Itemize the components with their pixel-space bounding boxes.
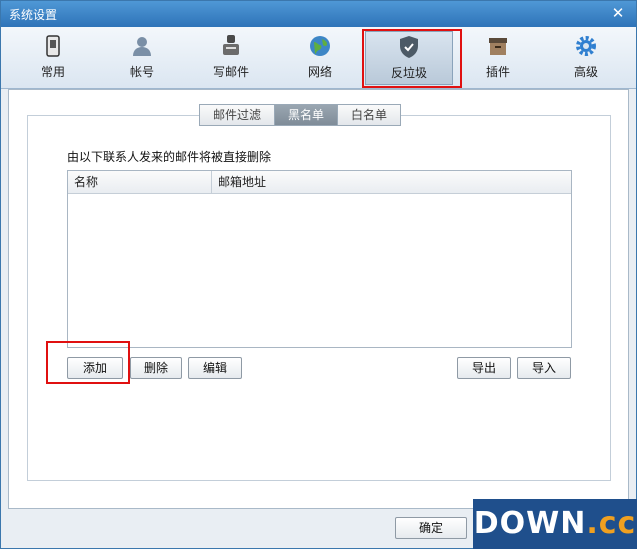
close-icon[interactable]: ✕ xyxy=(610,5,626,21)
toolbar-item-network[interactable]: 网络 xyxy=(276,31,364,85)
window-title: 系统设置 xyxy=(9,8,58,22)
watermark-main: DOWN xyxy=(473,506,587,541)
writer-icon xyxy=(223,35,239,55)
title-bar[interactable]: 系统设置 ✕ xyxy=(1,1,636,27)
import-button[interactable]: 导入 xyxy=(517,357,571,379)
blacklist-table[interactable]: 名称 邮箱地址 xyxy=(67,170,572,348)
filter-tabs: 邮件过滤 黑名单 白名单 xyxy=(199,104,402,126)
tab-whitelist[interactable]: 白名单 xyxy=(338,104,402,126)
toolbar-label: 网络 xyxy=(307,65,332,79)
toolbar-item-general[interactable]: 常用 xyxy=(9,31,97,85)
tab-mail-filter[interactable]: 邮件过滤 xyxy=(199,104,276,126)
phone-icon xyxy=(46,35,60,57)
toolbar-label: 插件 xyxy=(485,65,510,79)
toolbar-item-account[interactable]: 帐号 xyxy=(98,31,186,85)
toolbar-label: 常用 xyxy=(40,65,65,79)
highlight-antispam xyxy=(362,29,462,88)
ok-button[interactable]: 确定 xyxy=(395,517,467,539)
settings-toolbar: 常用 帐号 写邮件 网络 反垃圾 插件 高级 xyxy=(1,27,636,89)
column-email[interactable]: 邮箱地址 xyxy=(212,171,266,193)
site-watermark: DOWN.cc xyxy=(473,499,637,549)
table-header: 名称 邮箱地址 xyxy=(68,171,571,194)
toolbar-item-compose[interactable]: 写邮件 xyxy=(187,31,275,85)
column-name[interactable]: 名称 xyxy=(68,171,212,193)
user-icon xyxy=(133,37,151,56)
box-icon xyxy=(489,38,507,55)
highlight-add-button xyxy=(46,341,130,384)
settings-window: 系统设置 ✕ 常用 帐号 写邮件 网络 反垃圾 插件 高级 邮件过滤 黑名单 白… xyxy=(0,0,637,549)
toolbar-label: 写邮件 xyxy=(212,65,249,79)
globe-icon xyxy=(310,36,330,56)
edit-button[interactable]: 编辑 xyxy=(188,357,242,379)
delete-button[interactable]: 删除 xyxy=(130,357,182,379)
gear-icon xyxy=(576,36,596,56)
tab-blacklist[interactable]: 黑名单 xyxy=(275,104,339,126)
toolbar-item-plugins[interactable]: 插件 xyxy=(454,31,542,85)
toolbar-item-advanced[interactable]: 高级 xyxy=(542,31,630,85)
blacklist-description: 由以下联系人发来的邮件将被直接删除 xyxy=(67,150,272,164)
toolbar-label: 帐号 xyxy=(129,65,154,79)
export-button[interactable]: 导出 xyxy=(457,357,511,379)
watermark-suffix: .cc xyxy=(586,506,637,541)
toolbar-label: 高级 xyxy=(573,65,598,79)
